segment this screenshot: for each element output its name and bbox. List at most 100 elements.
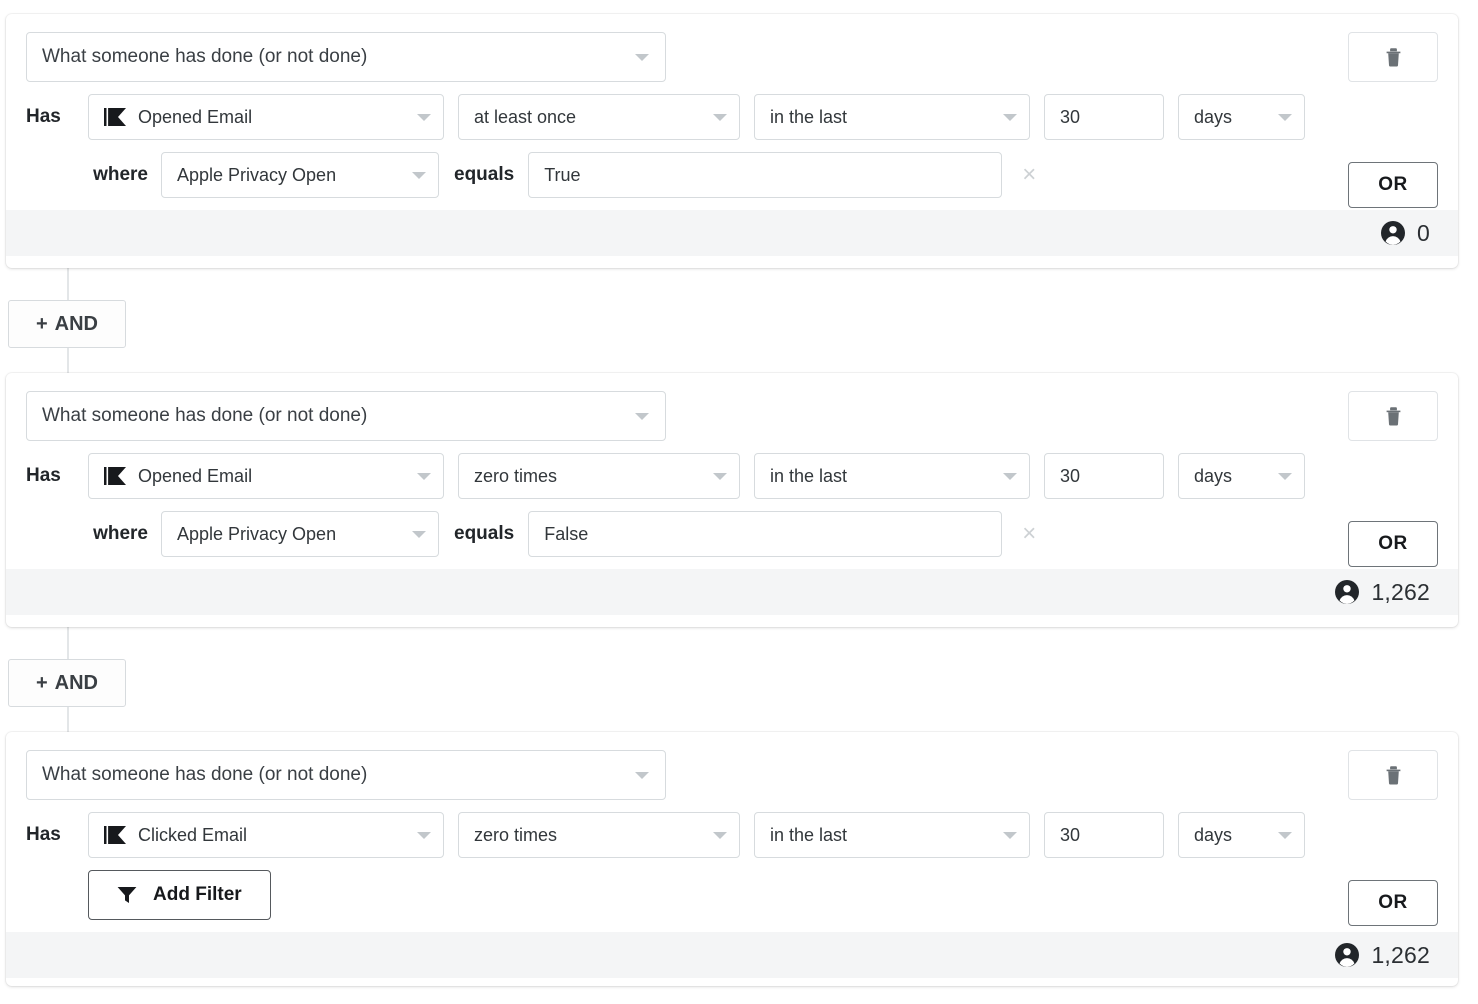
chevron-down-icon (412, 531, 426, 538)
delete-group-button-1[interactable] (1348, 32, 1438, 82)
add-filter-label: Add Filter (153, 884, 242, 906)
chevron-down-icon (1003, 114, 1017, 121)
chevron-down-icon (635, 54, 649, 61)
chevron-down-icon (635, 413, 649, 420)
chevron-down-icon (412, 172, 426, 179)
timeframe-select-1[interactable]: in the last (754, 94, 1030, 140)
event-label: Opened Email (138, 107, 252, 128)
event-select-3[interactable]: Clicked Email (88, 812, 444, 858)
condition-row-2: Has Opened Email zero times (26, 453, 1438, 499)
filter-row-2: where Apple Privacy Open equals False × … (26, 511, 1438, 557)
frequency-label: zero times (474, 825, 557, 846)
timeframe-label: in the last (770, 825, 847, 846)
and-label: AND (55, 313, 98, 336)
has-label: Has (26, 106, 76, 128)
timeframe-unit-select-3[interactable]: days (1178, 812, 1305, 858)
filter-value-input-1[interactable]: True (528, 152, 1002, 198)
chevron-down-icon (713, 473, 727, 480)
frequency-label: zero times (474, 466, 557, 487)
condition-row-3: Has Clicked Email zero times (26, 812, 1438, 858)
segment-builder-canvas: What someone has done (or not done) Has (0, 0, 1478, 1004)
people-count-value-3: 1,262 (1371, 942, 1430, 969)
chevron-down-icon (417, 473, 431, 480)
frequency-select-2[interactable]: zero times (458, 453, 740, 499)
timeframe-label: in the last (770, 466, 847, 487)
email-icon (104, 826, 126, 844)
timeframe-number-input-1[interactable]: 30 (1044, 94, 1164, 140)
timeframe-number-input-2[interactable]: 30 (1044, 453, 1164, 499)
condition-type-label: What someone has done (or not done) (42, 46, 367, 68)
person-icon (1334, 579, 1360, 605)
chevron-down-icon (1278, 832, 1292, 839)
people-count-value-2: 1,262 (1371, 579, 1430, 606)
filter-property-label: Apple Privacy Open (177, 524, 336, 545)
chevron-down-icon (713, 832, 727, 839)
filter-property-label: Apple Privacy Open (177, 165, 336, 186)
timeframe-unit-select-1[interactable]: days (1178, 94, 1305, 140)
close-icon[interactable]: × (1014, 163, 1044, 187)
email-icon (104, 467, 126, 485)
filter-property-select-2[interactable]: Apple Privacy Open (161, 511, 439, 557)
or-label: OR (1378, 533, 1408, 555)
condition-group-1: What someone has done (or not done) Has (6, 14, 1458, 268)
trash-icon (1385, 47, 1402, 67)
or-button-3[interactable]: OR (1348, 880, 1438, 926)
condition-group-2: What someone has done (or not done) Has (6, 373, 1458, 627)
event-select-1[interactable]: Opened Email (88, 94, 444, 140)
event-label: Opened Email (138, 466, 252, 487)
group-count-footer-2: 1,262 (6, 569, 1458, 615)
people-count-1: 0 (1380, 220, 1430, 247)
where-label: where (26, 164, 148, 186)
plus-icon: + (36, 672, 48, 695)
condition-group-3-body: What someone has done (or not done) Has (6, 732, 1458, 932)
chevron-down-icon (417, 114, 431, 121)
condition-type-select-3[interactable]: What someone has done (or not done) (26, 750, 666, 800)
has-label: Has (26, 824, 76, 846)
timeframe-select-3[interactable]: in the last (754, 812, 1030, 858)
condition-type-select-2[interactable]: What someone has done (or not done) (26, 391, 666, 441)
and-label: AND (55, 672, 98, 695)
chevron-down-icon (1003, 473, 1017, 480)
filter-row-1: where Apple Privacy Open equals True × O… (26, 152, 1438, 198)
timeframe-unit-label: days (1194, 107, 1232, 128)
filter-value-input-2[interactable]: False (528, 511, 1002, 557)
condition-group-1-body: What someone has done (or not done) Has (6, 14, 1458, 210)
add-filter-row-3: Add Filter OR (26, 870, 1438, 920)
frequency-select-3[interactable]: zero times (458, 812, 740, 858)
or-label: OR (1378, 892, 1408, 914)
close-icon[interactable]: × (1014, 522, 1044, 546)
people-count-2: 1,262 (1334, 579, 1430, 606)
condition-type-row: What someone has done (or not done) (26, 32, 1438, 82)
email-icon (104, 108, 126, 126)
condition-type-select-1[interactable]: What someone has done (or not done) (26, 32, 666, 82)
timeframe-number-value: 30 (1060, 466, 1080, 487)
or-button-2[interactable]: OR (1348, 521, 1438, 567)
group-count-footer-1: 0 (6, 210, 1458, 256)
chevron-down-icon (417, 832, 431, 839)
condition-type-row: What someone has done (or not done) (26, 391, 1438, 441)
where-label: where (26, 523, 148, 545)
condition-type-label: What someone has done (or not done) (42, 764, 367, 786)
timeframe-unit-select-2[interactable]: days (1178, 453, 1305, 499)
delete-group-button-3[interactable] (1348, 750, 1438, 800)
chevron-down-icon (1003, 832, 1017, 839)
or-label: OR (1378, 174, 1408, 196)
delete-group-button-2[interactable] (1348, 391, 1438, 441)
add-and-button-1[interactable]: + AND (8, 300, 126, 348)
person-icon (1334, 942, 1360, 968)
timeframe-unit-label: days (1194, 825, 1232, 846)
frequency-select-1[interactable]: at least once (458, 94, 740, 140)
timeframe-number-input-3[interactable]: 30 (1044, 812, 1164, 858)
or-button-1[interactable]: OR (1348, 162, 1438, 208)
condition-group-3: What someone has done (or not done) Has (6, 732, 1458, 986)
people-count-value-1: 0 (1417, 220, 1430, 247)
chevron-down-icon (635, 772, 649, 779)
add-and-button-2[interactable]: + AND (8, 659, 126, 707)
equals-label: equals (454, 523, 514, 545)
filter-property-select-1[interactable]: Apple Privacy Open (161, 152, 439, 198)
event-select-2[interactable]: Opened Email (88, 453, 444, 499)
timeframe-number-value: 30 (1060, 825, 1080, 846)
timeframe-select-2[interactable]: in the last (754, 453, 1030, 499)
add-filter-button-3[interactable]: Add Filter (88, 870, 271, 920)
condition-row-1: Has Opened Email at least once (26, 94, 1438, 140)
